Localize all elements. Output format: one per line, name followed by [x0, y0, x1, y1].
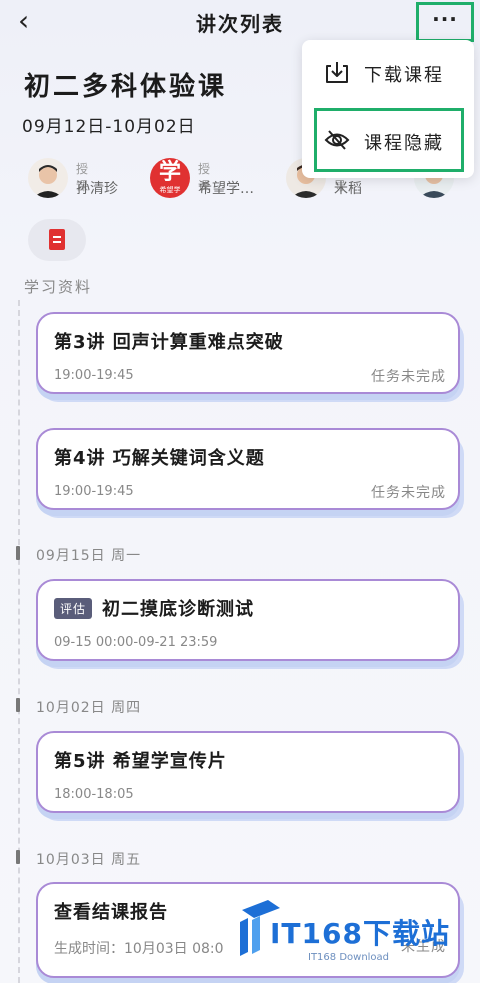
menu-item-download[interactable]: 下载课程	[302, 46, 474, 98]
document-icon	[49, 229, 65, 250]
lesson-status: 任务未完成	[371, 485, 446, 501]
timeline-marker	[16, 850, 20, 864]
more-icon: ···	[432, 7, 458, 31]
study-materials-button[interactable]	[28, 219, 86, 261]
lesson-title: 第4讲 巧解关键词含义题	[54, 448, 265, 469]
date-heading: 09月15日 周一	[36, 548, 142, 564]
assessment-badge: 评估	[54, 598, 93, 619]
brand-logo-text: 学	[158, 160, 181, 185]
study-materials-label: 学习资料	[24, 278, 93, 296]
lesson-card[interactable]: 第4讲 巧解关键词含义题 19:00-19:45 任务未完成	[36, 428, 460, 510]
teacher-name: 米稻	[334, 181, 362, 197]
lesson-title: 查看结课报告	[54, 902, 168, 923]
assessment-card[interactable]: 评估 初二摸底诊断测试 09-15 00:00-09-21 23:59	[36, 579, 460, 661]
report-generate-time: 生成时间：10月03日 08:0	[54, 941, 224, 957]
teacher-name: 孙清珍	[76, 181, 118, 197]
lesson-title: 评估 初二摸底诊断测试	[54, 595, 254, 621]
course-date-range: 09月12日-10月02日	[22, 117, 196, 137]
lesson-title: 第3讲 回声计算重难点突破	[54, 332, 284, 353]
lesson-status: 任务未完成	[371, 369, 446, 385]
menu-item-label: 下载课程	[364, 65, 444, 86]
timeline-marker	[16, 546, 20, 560]
timeline-marker	[16, 698, 20, 712]
brand-logo-subtext: 希望学	[159, 186, 181, 194]
lesson-time: 09-15 00:00-09-21 23:59	[54, 635, 218, 650]
timeline-line	[18, 300, 20, 983]
watermark-subtext: IT168 Download	[308, 952, 390, 963]
lesson-card[interactable]: 第3讲 回声计算重难点突破 19:00-19:45 任务未完成	[36, 312, 460, 394]
date-heading: 10月02日 周四	[36, 700, 142, 716]
watermark-text: IT168下载站	[270, 917, 450, 950]
lesson-time: 19:00-19:45	[54, 484, 134, 499]
lesson-time: 19:00-19:45	[54, 368, 134, 383]
brand-logo-avatar: 学 希望学	[150, 158, 190, 198]
date-heading: 10月03日 周五	[36, 852, 142, 868]
lesson-title: 第5讲 希望学宣传片	[54, 751, 227, 772]
course-title: 初二多科体验课	[24, 72, 228, 102]
teacher-avatar	[28, 158, 68, 198]
highlight-box	[314, 108, 464, 172]
page-title: 讲次列表	[196, 12, 284, 36]
lesson-time: 18:00-18:05	[54, 787, 134, 802]
teacher-name: 希望学…	[198, 181, 254, 197]
download-icon	[326, 62, 348, 83]
lesson-card[interactable]: 第5讲 希望学宣传片 18:00-18:05	[36, 731, 460, 813]
assessment-title: 初二摸底诊断测试	[102, 599, 255, 620]
watermark: IT168下载站 IT168 Download	[238, 894, 474, 974]
more-menu-button[interactable]: ···	[416, 2, 474, 42]
